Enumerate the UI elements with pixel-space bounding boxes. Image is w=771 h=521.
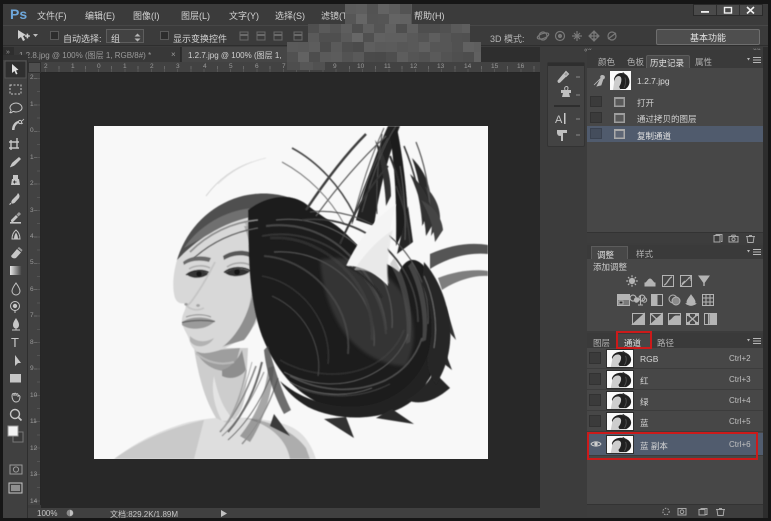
- svg-text:A: A: [555, 114, 563, 126]
- svg-text:T: T: [11, 335, 19, 350]
